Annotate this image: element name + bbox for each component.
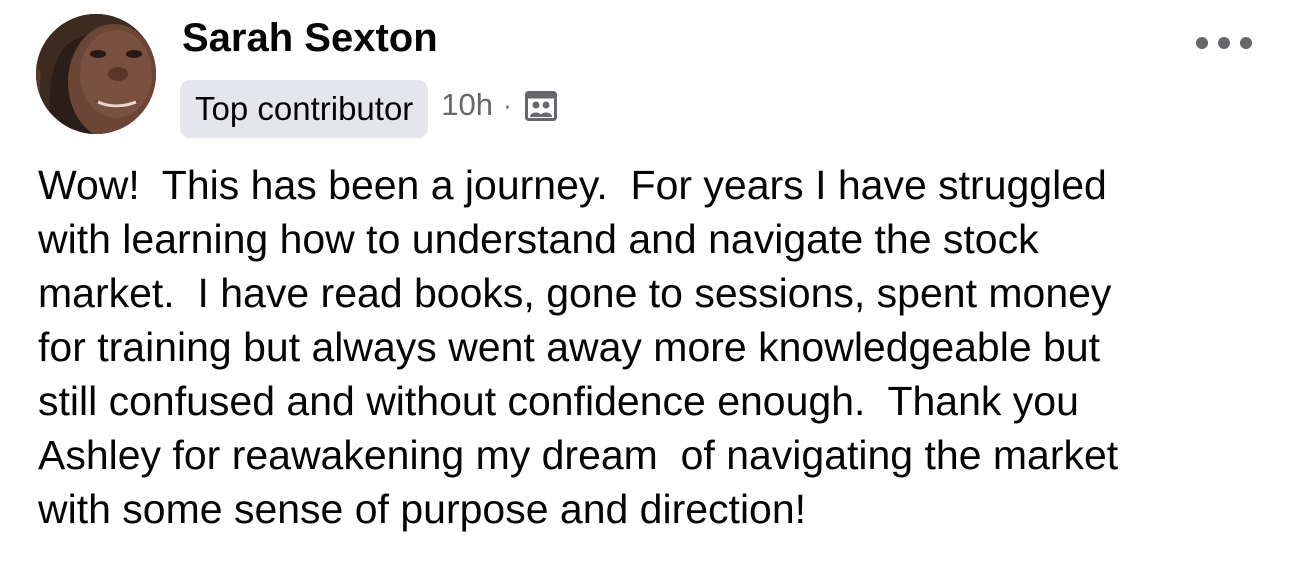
more-options-dot	[1240, 37, 1252, 49]
group-audience-icon[interactable]	[524, 90, 558, 122]
meta-separator: ·	[503, 89, 512, 120]
avatar-image	[36, 14, 156, 134]
post-card: Sarah Sexton Top contributor 10h · Wow! …	[0, 0, 1290, 568]
post-timestamp[interactable]: 10h	[441, 76, 493, 134]
more-options-icon[interactable]	[1196, 28, 1252, 58]
post-meta: Top contributor 10h ·	[180, 80, 558, 138]
more-options-dot	[1196, 37, 1208, 49]
author-name[interactable]: Sarah Sexton	[182, 14, 438, 62]
post-body-text: Wow! This has been a journey. For years …	[38, 162, 1119, 532]
avatar[interactable]	[36, 14, 156, 134]
more-options-dot	[1218, 37, 1230, 49]
top-contributor-badge[interactable]: Top contributor	[180, 80, 429, 138]
